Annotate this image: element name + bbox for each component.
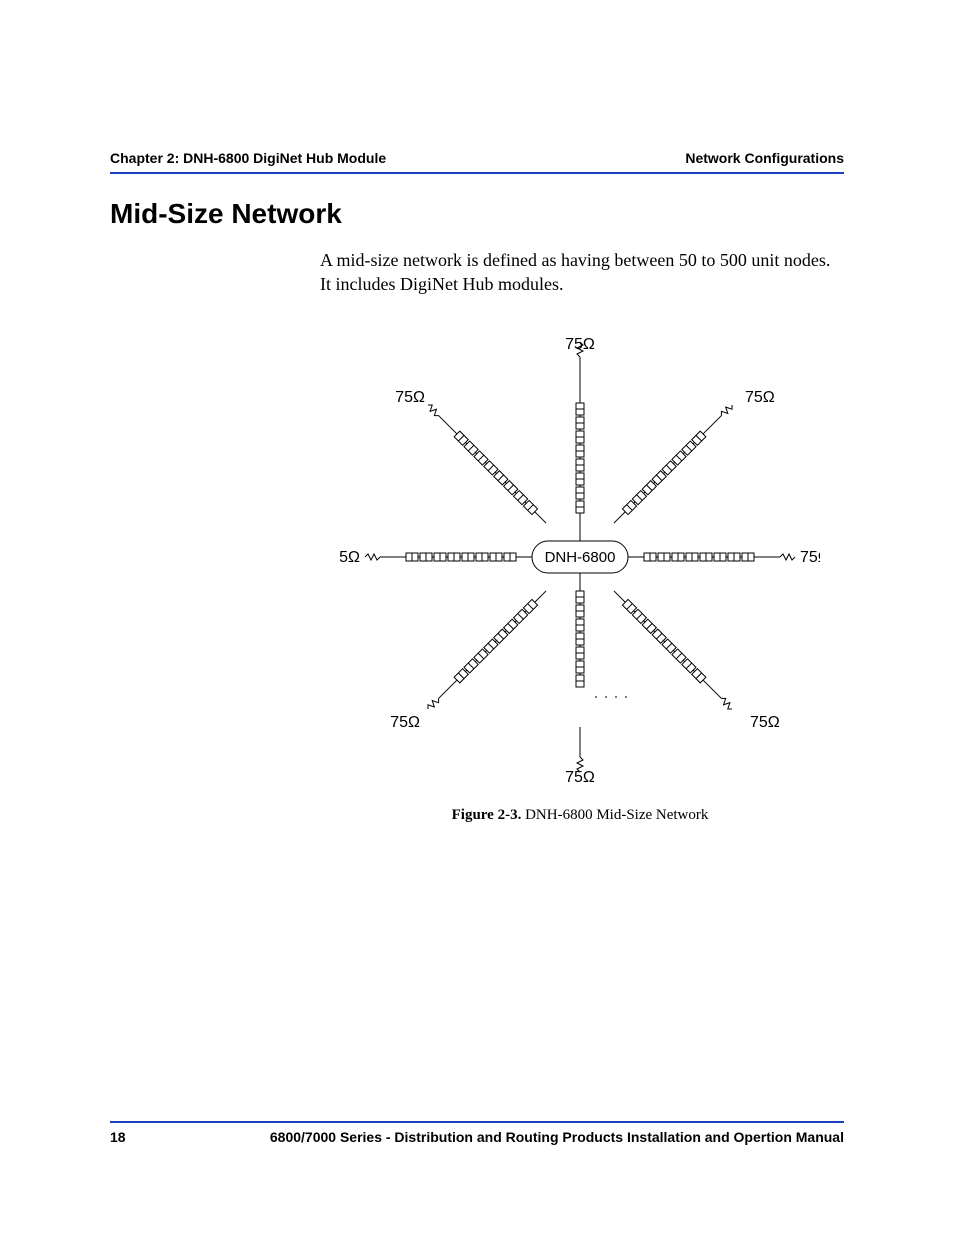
terminator-label: 75Ω bbox=[745, 389, 775, 406]
figure-caption-label: Figure 2-3. bbox=[452, 807, 522, 823]
header-section: Network Configurations bbox=[685, 150, 844, 166]
terminator-label: 75Ω bbox=[390, 714, 420, 731]
hub-label: DNH-6800 bbox=[545, 549, 616, 566]
header-rule bbox=[110, 172, 844, 174]
terminator-label: 75Ω bbox=[800, 549, 820, 566]
figure-2-3: DNH-6800 bbox=[320, 327, 840, 824]
header-chapter: Chapter 2: DNH-6800 DigiNet Hub Module bbox=[110, 150, 386, 166]
section-title: Mid-Size Network bbox=[110, 198, 844, 230]
figure-caption: Figure 2-3. DNH-6800 Mid-Size Network bbox=[320, 807, 840, 824]
manual-title: 6800/7000 Series - Distribution and Rout… bbox=[270, 1129, 844, 1145]
terminator-label: 75Ω bbox=[565, 336, 595, 353]
figure-caption-text: DNH-6800 Mid-Size Network bbox=[521, 807, 708, 823]
page-number: 18 bbox=[110, 1129, 126, 1145]
terminator-label: 75Ω bbox=[340, 549, 360, 566]
footer-rule bbox=[110, 1121, 844, 1123]
terminator-label: 75Ω bbox=[565, 769, 595, 786]
terminator-label: 75Ω bbox=[395, 389, 425, 406]
terminator-label: 75Ω bbox=[750, 714, 780, 731]
section-paragraph: A mid-size network is defined as having … bbox=[320, 248, 840, 297]
